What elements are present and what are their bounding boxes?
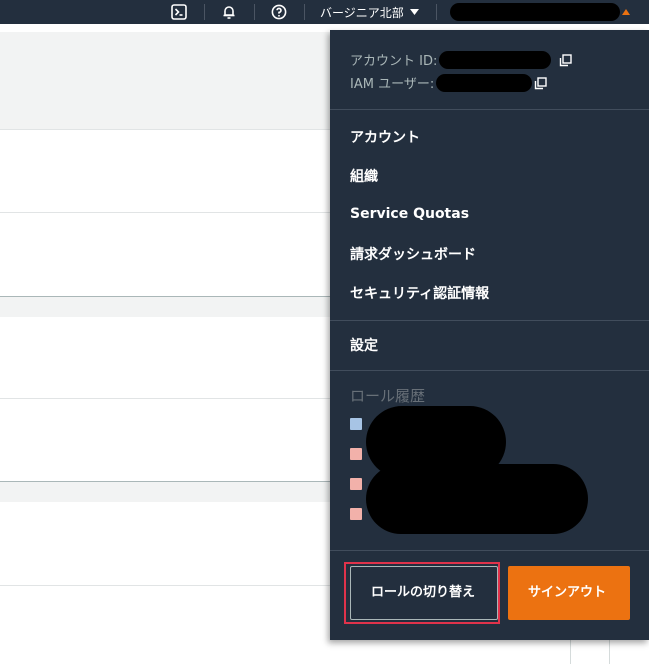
nav-divider xyxy=(254,4,255,20)
role-color-swatch[interactable] xyxy=(350,478,362,490)
account-dropdown-menu: アカウント ID: IAM ユーザー: アカウント 組織 Service Quo… xyxy=(330,30,649,640)
account-name-redacted[interactable] xyxy=(450,3,620,21)
nav-divider xyxy=(304,4,305,20)
caret-down-icon xyxy=(409,9,419,15)
role-name-redacted[interactable] xyxy=(366,464,588,534)
role-color-swatch[interactable] xyxy=(350,508,362,520)
menu-item-organizations[interactable]: 組織 xyxy=(350,166,378,186)
help-icon[interactable] xyxy=(268,0,290,24)
menu-item-service-quotas[interactable]: Service Quotas xyxy=(350,206,469,222)
menu-separator xyxy=(330,109,649,110)
nav-divider xyxy=(436,4,437,20)
menu-item-billing-dashboard[interactable]: 請求ダッシュボード xyxy=(350,244,476,264)
menu-item-account[interactable]: アカウント xyxy=(350,127,420,147)
menu-separator xyxy=(330,370,649,371)
region-label: バージニア北部 xyxy=(320,5,404,20)
account-id-row: アカウント ID: xyxy=(350,50,552,69)
caret-up-icon xyxy=(622,9,630,15)
menu-item-settings[interactable]: 設定 xyxy=(350,335,378,355)
role-color-swatch[interactable] xyxy=(350,448,362,460)
menu-separator xyxy=(330,550,649,551)
switch-role-button[interactable]: ロールの切り替え xyxy=(350,566,498,620)
menu-item-security-credentials[interactable]: セキュリティ認証情報 xyxy=(350,283,489,303)
sign-out-button[interactable]: サインアウト xyxy=(508,566,630,620)
cloudshell-icon[interactable] xyxy=(168,0,190,24)
role-history-heading: ロール履歴 xyxy=(350,387,426,405)
top-navigation-bar: バージニア北部 xyxy=(0,0,649,24)
account-id-redacted xyxy=(439,50,552,69)
iam-user-label: IAM ユーザー: xyxy=(350,77,435,92)
account-id-label: アカウント ID: xyxy=(350,54,438,69)
nav-divider xyxy=(204,4,205,20)
copy-icon[interactable] xyxy=(559,54,572,67)
region-selector[interactable]: バージニア北部 xyxy=(320,0,419,24)
copy-icon[interactable] xyxy=(534,77,547,90)
bell-icon[interactable] xyxy=(218,0,240,24)
iam-user-redacted xyxy=(436,73,533,92)
iam-user-row: IAM ユーザー: xyxy=(350,73,533,92)
role-color-swatch[interactable] xyxy=(350,418,362,430)
menu-separator xyxy=(330,320,649,321)
